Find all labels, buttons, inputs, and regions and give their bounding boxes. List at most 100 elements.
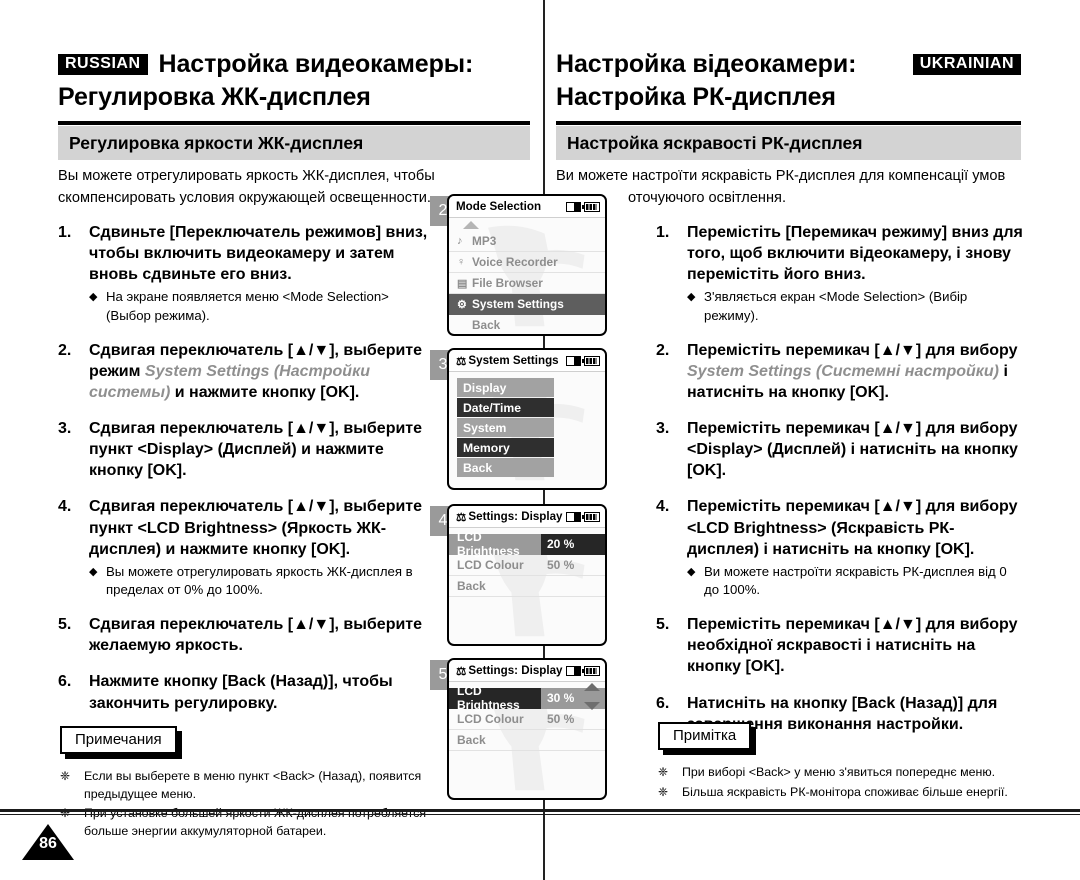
step-number: 2. bbox=[58, 341, 72, 359]
note-item: ❈ При виборі <Back> у меню з'явиться попе… bbox=[658, 764, 1038, 782]
value-row-value: 20 % bbox=[541, 533, 605, 555]
lcd-settings-item[interactable]: Memory bbox=[457, 438, 554, 457]
ukrainian-title-line2: Настройка РК-дисплея bbox=[556, 83, 836, 111]
lcd-status-icons bbox=[566, 201, 600, 212]
value-row-value: 50 % bbox=[547, 712, 575, 726]
lcd-value-row[interactable]: LCD Brightness 30 % bbox=[449, 684, 605, 712]
step-text: Сдвигая переключатель [▲/▼], выберите пу… bbox=[89, 498, 423, 558]
ukrainian-intro-line1: Ви можете настроїти яскравість РК-диспле… bbox=[556, 168, 1006, 184]
step-number: 1. bbox=[656, 224, 670, 241]
russian-intro: Вы можете отрегулировать яркость ЖК-дисп… bbox=[58, 166, 438, 210]
ukrainian-language-tag: UKRAINIAN bbox=[912, 53, 1021, 76]
lcd-header: ⚖ Settings: Display bbox=[449, 506, 605, 528]
battery-icon bbox=[582, 511, 600, 522]
lcd-value-row[interactable]: Back bbox=[449, 730, 605, 751]
lcd-settings-item[interactable]: Date/Time bbox=[457, 398, 554, 417]
bullet-item: ◆ На экране появляется меню <Mode Selecti… bbox=[89, 288, 430, 324]
value-row-label: LCD Colour bbox=[457, 558, 524, 572]
tools-icon: ⚖ bbox=[456, 510, 466, 524]
triangle-up-icon bbox=[463, 220, 479, 229]
step-item: 3. Перемістіть перемикач [▲/▼] для вибору… bbox=[656, 418, 1024, 481]
lcd-menu-item[interactable]: Back bbox=[449, 315, 605, 334]
step-number: 5. bbox=[58, 616, 72, 634]
russian-language-tag: RUSSIAN bbox=[58, 53, 148, 76]
step-item: 2. Перемістіть перемикач [▲/▼] для вибору… bbox=[656, 340, 1024, 403]
lcd-menu-item[interactable]: ♀ Voice Recorder bbox=[449, 252, 605, 273]
step-item: 4. Сдвигая переключатель [▲/▼], выберите … bbox=[58, 496, 430, 599]
step-number: 3. bbox=[656, 420, 670, 438]
lcd-screen: Mode Selection ♪ MP3 ♀ Voice Recorder ▤ File B… bbox=[447, 194, 607, 336]
lcd-menu-item[interactable]: ▤ File Browser bbox=[449, 273, 605, 294]
note-text: Більша яскравість РК-монітора споживає б… bbox=[682, 784, 1008, 799]
lcd-scroll-arrows[interactable] bbox=[584, 683, 600, 710]
battery-fill bbox=[586, 203, 597, 210]
lcd-settings-item[interactable]: Back bbox=[457, 458, 554, 477]
note-item: ❈ Если вы выберете в меню пункт <Back> (Н… bbox=[60, 768, 470, 803]
memory-card-icon bbox=[566, 511, 581, 522]
step-body: Нажмите кнопку [Back (Назад)], чтобы зак… bbox=[89, 671, 430, 713]
tools-icon: ⚖ bbox=[456, 664, 466, 678]
lcd-header: ⚖ System Settings bbox=[449, 350, 605, 372]
step-text: Перемістіть перемикач [▲/▼] для вибору <… bbox=[687, 498, 1018, 558]
lcd-screen: ⚖ System Settings Display Date/Time System Me… bbox=[447, 348, 607, 490]
ukrainian-notes-block: Примітка ❈ При виборі <Back> у меню з'яви… bbox=[658, 722, 1038, 803]
lcd-value-row[interactable]: LCD Colour 50 % bbox=[449, 555, 605, 576]
tools-icon: ⚖ bbox=[456, 354, 466, 368]
lcd-value-row[interactable]: LCD Colour 50 % bbox=[449, 709, 605, 730]
lcd-value-row[interactable]: LCD Brightness 20 % bbox=[449, 530, 605, 558]
russian-header: RUSSIAN Настройка видеокамеры: Регулиров… bbox=[58, 48, 530, 125]
menu-item-icon: ▤ bbox=[457, 277, 468, 290]
lcd-menu-item[interactable]: ♪ MP3 bbox=[449, 231, 605, 252]
step-body: Сдвиньте [Переключатель режимов] вниз, ч… bbox=[89, 222, 430, 325]
bullet-item: ◆ З'являється екран <Mode Selection> (Виб… bbox=[687, 288, 1024, 324]
step-body: Перемістіть [Перемикач режиму] вниз для … bbox=[687, 222, 1024, 325]
triangle-up-icon[interactable] bbox=[584, 683, 600, 691]
lcd-settings-item[interactable]: System bbox=[457, 418, 554, 437]
lcd-value-row[interactable]: Back bbox=[449, 576, 605, 597]
step-text: Сдвигая переключатель [▲/▼], выберите же… bbox=[89, 616, 423, 655]
russian-notes-list: ❈ Если вы выберете в меню пункт <Back> (Н… bbox=[60, 768, 470, 840]
manual-page: RUSSIAN Настройка видеокамеры: Регулиров… bbox=[0, 0, 1080, 880]
triangle-down-icon[interactable] bbox=[584, 702, 600, 710]
page-number-badge: 86 bbox=[22, 824, 74, 860]
step-number: 5. bbox=[656, 616, 670, 634]
note-item: ❈ Більша яскравість РК-монітора споживає … bbox=[658, 784, 1038, 802]
scroll-up-indicator[interactable] bbox=[449, 218, 605, 231]
step-text: Сдвиньте [Переключатель режимов] вниз, ч… bbox=[89, 224, 428, 284]
page-number: 86 bbox=[39, 834, 57, 852]
lcd-screen: ⚖ Settings: Display LCD Brightness 20 % LCD … bbox=[447, 504, 607, 646]
lcd-body: LCD Brightness 30 % LCD Colour 50 % Back bbox=[449, 682, 605, 797]
memory-card-icon bbox=[566, 201, 581, 212]
step-text: Сдвигая переключатель [▲/▼], выберите пу… bbox=[89, 420, 423, 480]
ukrainian-notes-label: Примітка bbox=[658, 722, 752, 750]
menu-item-label: Back bbox=[472, 318, 501, 332]
lcd-header: Mode Selection bbox=[449, 196, 605, 218]
lcd-title: Mode Selection bbox=[456, 200, 542, 213]
step-body: Перемістіть перемикач [▲/▼] для вибору н… bbox=[687, 614, 1024, 677]
lcd-settings-item[interactable]: Display bbox=[457, 378, 554, 397]
russian-title-line2: Регулировка ЖК-дисплея bbox=[58, 83, 371, 111]
battery-icon bbox=[582, 665, 600, 676]
step-text: Перемістіть перемикач [▲/▼] для вибору н… bbox=[687, 616, 1018, 676]
ukrainian-header-rule bbox=[556, 121, 1021, 125]
bottom-rule-thick bbox=[0, 809, 1080, 812]
diamond-bullet-icon: ◆ bbox=[687, 565, 696, 578]
bullet-text: З'являється екран <Mode Selection> (Вибі… bbox=[704, 289, 968, 323]
lcd-menu-item[interactable]: ⚙ System Settings bbox=[449, 294, 605, 315]
ukrainian-title-line1: Настройка відеокамери: bbox=[556, 50, 857, 78]
russian-steps: 1. Сдвиньте [Переключатель режимов] вниз,… bbox=[58, 222, 430, 729]
lcd-title: System Settings bbox=[468, 354, 559, 367]
battery-fill bbox=[586, 667, 597, 674]
step-text: Перемістіть [Перемикач режиму] вниз для … bbox=[687, 224, 1023, 284]
step-body: Перемістіть перемикач [▲/▼] для вибору <… bbox=[687, 418, 1024, 481]
step-item: 4. Перемістіть перемикач [▲/▼] для вибору… bbox=[656, 496, 1024, 599]
russian-notes-block: Примечания ❈ Если вы выберете в меню пунк… bbox=[60, 726, 470, 842]
ukrainian-intro: Ви можете настроїти яскравість РК-диспле… bbox=[556, 166, 1024, 210]
step-body: Перемістіть перемикач [▲/▼] для вибору <… bbox=[687, 496, 1024, 599]
russian-section-title: Регулировка яркости ЖК-дисплея bbox=[58, 126, 530, 161]
lcd-status-icons bbox=[566, 665, 600, 676]
step-text-pre: Перемістіть перемикач [▲/▼] для вибору bbox=[687, 341, 1018, 359]
battery-fill bbox=[586, 357, 597, 364]
battery-icon bbox=[582, 201, 600, 212]
step-bullets: ◆ З'являється екран <Mode Selection> (Виб… bbox=[687, 288, 1024, 324]
